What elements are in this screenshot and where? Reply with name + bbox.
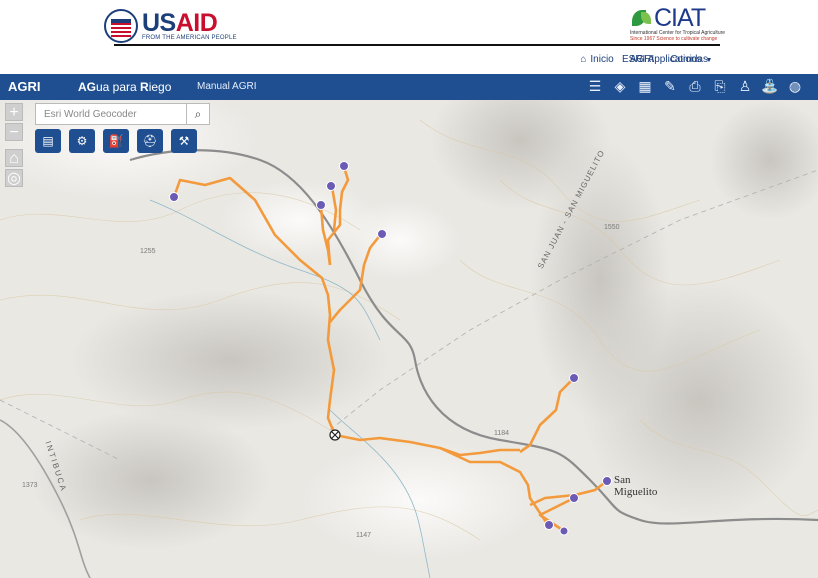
esri-applications-dropdown[interactable]: ESRI Applications ▼ bbox=[622, 54, 712, 65]
pump-icon: ⛽ bbox=[108, 134, 124, 148]
shovel-tool-button[interactable]: ⚒ bbox=[171, 129, 197, 153]
geocoder-input[interactable] bbox=[36, 104, 186, 124]
node-marker[interactable] bbox=[316, 200, 326, 210]
node-marker[interactable] bbox=[326, 181, 336, 191]
zoom-out-button[interactable]: − bbox=[5, 123, 23, 141]
app-subtitle: AGua para Riego bbox=[78, 80, 171, 94]
helmet-icon: ⛑ bbox=[142, 134, 158, 148]
elevation-label: 1184 bbox=[494, 430, 510, 437]
irrigation-icon[interactable]: ⛲ bbox=[761, 77, 779, 95]
node-marker[interactable] bbox=[169, 192, 179, 202]
app-subtitle-ua: ua para bbox=[96, 80, 141, 94]
ciat-slogan: Since 1967 Science to cultivate change bbox=[630, 36, 718, 42]
node-marker[interactable] bbox=[544, 520, 554, 530]
usaid-wordmark-us: US bbox=[142, 9, 176, 37]
usaid-wordmark-aid: AID bbox=[175, 9, 218, 37]
map-view[interactable]: 1255 1550 1184 1373 1147 SAN JUAN - SAN … bbox=[0, 100, 818, 578]
search-icon: ⌕ bbox=[194, 106, 202, 121]
node-marker[interactable] bbox=[559, 526, 569, 536]
home-extent-button[interactable]: ⌂ bbox=[5, 149, 23, 167]
ciat-wordmark: CIAT bbox=[654, 4, 706, 32]
basemap-gallery-icon[interactable]: ▦ bbox=[636, 77, 654, 95]
home-icon: ⌂ bbox=[9, 150, 19, 167]
locate-button[interactable]: ◎ bbox=[5, 169, 23, 187]
site-header: USAID FROM THE AMERICAN PEOPLE CIAT Inte… bbox=[0, 0, 818, 74]
ciat-logo: CIAT International Center for Tropical A… bbox=[630, 4, 725, 43]
elevation-label: 1373 bbox=[22, 482, 38, 489]
tractor-icon: ⚙ bbox=[76, 134, 88, 148]
node-marker[interactable] bbox=[569, 373, 579, 383]
app-subtitle-r: R bbox=[140, 80, 149, 94]
home-link[interactable]: ⌂ Inicio bbox=[580, 54, 613, 65]
usaid-seal-icon bbox=[104, 9, 138, 43]
elevation-label: 1255 bbox=[140, 248, 156, 255]
app-subtitle-iego: iego bbox=[148, 80, 172, 94]
locate-icon: ◎ bbox=[7, 170, 21, 187]
elevation-label: 1550 bbox=[604, 224, 620, 231]
document-icon: ▤ bbox=[42, 134, 54, 148]
globe-icon[interactable]: ◍ bbox=[786, 77, 804, 95]
farmer-icon[interactable]: ♙ bbox=[736, 77, 754, 95]
search-button[interactable]: ⌕ bbox=[186, 104, 209, 124]
usaid-tagline: FROM THE AMERICAN PEOPLE bbox=[142, 35, 237, 41]
geocoder-search: ⌕ bbox=[35, 103, 210, 125]
pump-tool-button[interactable]: ⛽ bbox=[103, 129, 129, 153]
usaid-logo: USAID FROM THE AMERICAN PEOPLE bbox=[104, 8, 237, 44]
manual-link[interactable]: Manual AGRI bbox=[197, 81, 256, 92]
home-link-label: Inicio bbox=[590, 54, 614, 65]
layers-icon[interactable]: ◈ bbox=[611, 77, 629, 95]
zoom-in-button[interactable]: + bbox=[5, 103, 23, 121]
print-alt-icon[interactable]: ⎘ bbox=[711, 77, 729, 95]
app-title: AGRI bbox=[8, 79, 41, 94]
node-marker[interactable] bbox=[569, 493, 579, 503]
app-navbar: AGRI AGua para Riego Manual AGRI ☰ ◈ ▦ ✎… bbox=[0, 74, 818, 100]
document-tool-button[interactable]: ▤ bbox=[35, 129, 61, 153]
header-divider bbox=[114, 44, 720, 46]
elevation-label: 1147 bbox=[356, 532, 372, 539]
crosshair-marker[interactable] bbox=[329, 429, 341, 441]
town-label-line2: Miguelito bbox=[614, 486, 658, 498]
shovel-icon: ⚒ bbox=[178, 134, 190, 148]
print-icon[interactable]: ⎙ bbox=[686, 77, 704, 95]
node-marker[interactable] bbox=[339, 161, 349, 171]
app-subtitle-ag: AG bbox=[78, 80, 96, 94]
ciat-leaf-icon bbox=[630, 8, 654, 28]
chevron-down-icon: ▼ bbox=[705, 57, 713, 64]
town-label: San Miguelito bbox=[614, 474, 657, 498]
toolbar-icons: ☰ ◈ ▦ ✎ ⎙ ⎘ ♙ ⛲ ◍ bbox=[586, 77, 804, 95]
list-icon[interactable]: ☰ bbox=[586, 77, 604, 95]
analysis-tools: ▤ ⚙ ⛽ ⛑ ⚒ bbox=[35, 129, 197, 153]
tractor-tool-button[interactable]: ⚙ bbox=[69, 129, 95, 153]
map-canvas bbox=[0, 100, 818, 578]
town-label-line1: San bbox=[614, 474, 631, 486]
node-marker[interactable] bbox=[377, 229, 387, 239]
node-marker[interactable] bbox=[602, 476, 612, 486]
esri-applications-label: ESRI Applications bbox=[622, 54, 702, 65]
map-zoom-controls: + − ⌂ ◎ bbox=[5, 103, 23, 189]
helmet-tool-button[interactable]: ⛑ bbox=[137, 129, 163, 153]
home-icon: ⌂ bbox=[580, 54, 587, 65]
measure-icon[interactable]: ✎ bbox=[661, 77, 679, 95]
